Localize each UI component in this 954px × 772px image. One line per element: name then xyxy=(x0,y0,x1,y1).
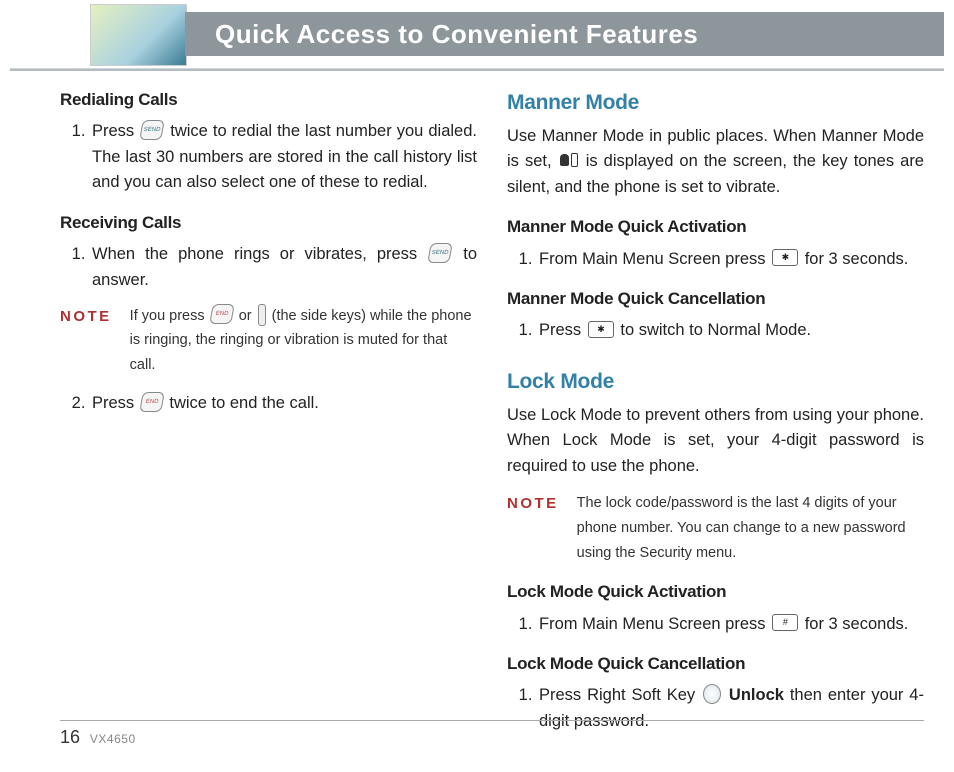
text-fragment: twice to end the call. xyxy=(169,394,319,412)
page-number: 16 xyxy=(60,727,80,747)
text-fragment: Press xyxy=(539,321,586,339)
right-column: Manner Mode Use Manner Mode in public pl… xyxy=(507,87,924,745)
text-fragment: Press xyxy=(92,122,139,140)
send-key-icon: SEND xyxy=(427,243,453,263)
paragraph: Use Manner Mode in public places. When M… xyxy=(507,124,924,201)
list-item: From Main Menu Screen press # for 3 seco… xyxy=(537,612,924,638)
text-fragment: or xyxy=(239,308,256,324)
subheading-lock-cancel: Lock Mode Quick Cancellation xyxy=(507,651,924,677)
note-text: The lock code/password is the last 4 dig… xyxy=(577,491,924,565)
send-key-icon: SEND xyxy=(139,120,165,140)
subheading-manner-cancel: Manner Mode Quick Cancellation xyxy=(507,286,924,312)
text-fragment: for 3 seconds. xyxy=(805,250,909,268)
note-block: NOTE If you press END or (the side keys)… xyxy=(60,304,477,378)
list-item: Press ✱ to switch to Normal Mode. xyxy=(537,318,924,344)
page-footer: 16 VX4650 xyxy=(60,720,924,748)
header-decorative-image xyxy=(90,4,187,66)
paragraph: Use Lock Mode to prevent others from usi… xyxy=(507,403,924,480)
text-fragment: If you press xyxy=(130,308,209,324)
model-number: VX4650 xyxy=(90,732,136,746)
manner-mode-icon xyxy=(560,153,578,169)
list-item: When the phone rings or vibrates, press … xyxy=(90,242,477,293)
note-label: NOTE xyxy=(60,304,112,328)
note-text: If you press END or (the side keys) whil… xyxy=(130,304,477,378)
text-fragment: Press Right Soft Key xyxy=(539,686,701,704)
hash-key-icon: # xyxy=(772,614,798,631)
text-fragment: for 3 seconds. xyxy=(805,615,909,633)
star-key-icon: ✱ xyxy=(588,321,614,338)
right-softkey-icon xyxy=(703,684,721,704)
header-bar: Quick Access to Convenient Features xyxy=(185,12,944,56)
note-label: NOTE xyxy=(507,491,559,515)
text-bold-unlock: Unlock xyxy=(729,686,784,704)
page-title: Quick Access to Convenient Features xyxy=(215,19,698,50)
page-header: Quick Access to Convenient Features xyxy=(0,8,944,64)
star-key-icon: ✱ xyxy=(772,249,798,266)
section-title-manner: Manner Mode xyxy=(507,87,924,120)
text-fragment: to switch to Normal Mode. xyxy=(620,321,811,339)
subheading-receiving: Receiving Calls xyxy=(60,210,477,236)
side-key-icon xyxy=(258,304,266,326)
list-item: From Main Menu Screen press ✱ for 3 seco… xyxy=(537,247,924,273)
list-item: Press SEND twice to redial the last numb… xyxy=(90,119,477,196)
subheading-redialing: Redialing Calls xyxy=(60,87,477,113)
note-block: NOTE The lock code/password is the last … xyxy=(507,491,924,565)
left-column: Redialing Calls Press SEND twice to redi… xyxy=(60,87,477,745)
subheading-manner-activation: Manner Mode Quick Activation xyxy=(507,214,924,240)
section-title-lock: Lock Mode xyxy=(507,366,924,399)
text-fragment: When the phone rings or vibrates, press xyxy=(92,245,427,263)
text-fragment: From Main Menu Screen press xyxy=(539,615,770,633)
subheading-lock-activation: Lock Mode Quick Activation xyxy=(507,579,924,605)
text-fragment: From Main Menu Screen press xyxy=(539,250,770,268)
text-fragment: Press xyxy=(92,394,139,412)
end-key-icon: END xyxy=(139,392,165,412)
end-key-icon: END xyxy=(209,304,235,324)
content-area: Redialing Calls Press SEND twice to redi… xyxy=(0,71,954,745)
list-item: Press END twice to end the call. xyxy=(90,391,477,417)
